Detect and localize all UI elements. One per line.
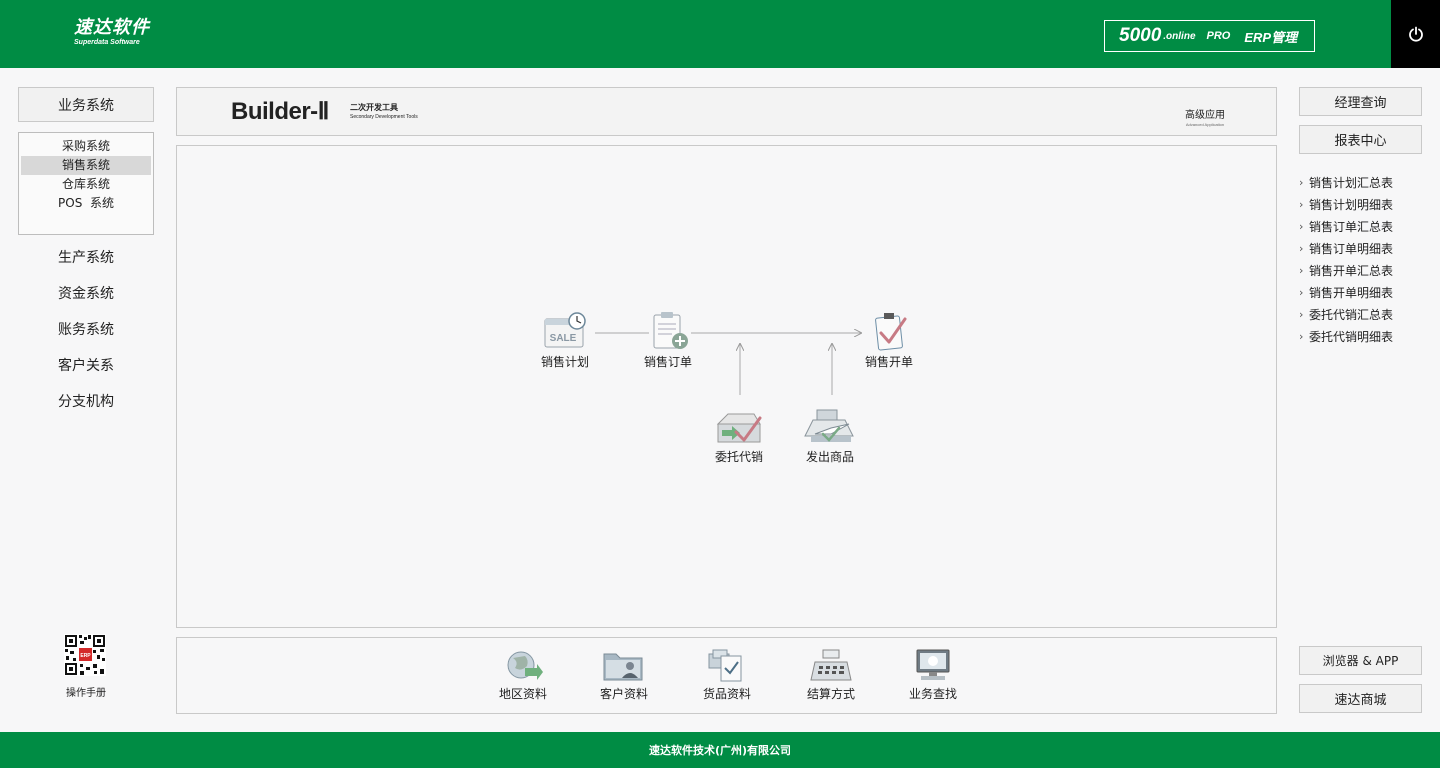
- flow-connectors: [595, 146, 1276, 395]
- chevron-right-icon: ›: [1299, 308, 1304, 321]
- logo-sub-text: Superdata Software: [74, 39, 140, 46]
- subsystem-item-sales[interactable]: 销售系统: [21, 156, 151, 175]
- builder-title: Builder-Ⅱ: [231, 98, 329, 125]
- tool-business-search[interactable]: 业务查找: [893, 648, 973, 702]
- builder-banner: Builder-Ⅱ 二次开发工具 Secondary Development T…: [176, 87, 1277, 136]
- report-item[interactable]: › 委托代销明细表: [1299, 326, 1429, 348]
- builder-subtitle-cn: 二次开发工具: [350, 103, 398, 112]
- sale-calendar-icon: SALE: [544, 312, 586, 348]
- report-item[interactable]: › 销售计划明细表: [1299, 194, 1429, 216]
- subsystem-item-purchase[interactable]: 采购系统: [21, 137, 151, 156]
- footer-company: 速达软件技术(广州)有限公司: [0, 732, 1440, 768]
- sales-invoice-label: 销售开单: [864, 355, 913, 369]
- cash-register-icon: [810, 649, 852, 681]
- logo-main-text: 速达软件: [74, 17, 150, 38]
- sidebar-item-accounting[interactable]: 账务系统: [18, 319, 154, 339]
- advanced-application-link[interactable]: 高级应用 Advanced Application: [1185, 110, 1225, 128]
- report-item[interactable]: › 销售订单明细表: [1299, 238, 1429, 260]
- qr-code-icon[interactable]: ERP: [64, 634, 106, 676]
- shipping-icon: [804, 409, 854, 442]
- subsystem-item-warehouse[interactable]: 仓库系统: [21, 175, 151, 194]
- advanced-application-cn: 高级应用: [1185, 110, 1225, 121]
- advanced-application-en: Advanced Application: [1185, 122, 1225, 127]
- chevron-right-icon: ›: [1299, 264, 1304, 277]
- customer-folder-icon: [603, 653, 643, 681]
- power-button[interactable]: [1391, 0, 1440, 68]
- chevron-right-icon: ›: [1299, 198, 1304, 211]
- manual-label[interactable]: 操作手册: [46, 684, 126, 699]
- builder-subtitle-en: Secondary Development Tools: [350, 114, 418, 120]
- builder-subtitle: 二次开发工具 Secondary Development Tools: [350, 103, 418, 121]
- business-system-button[interactable]: 业务系统: [18, 87, 154, 122]
- tool-customer-data[interactable]: 客户资料: [584, 648, 664, 702]
- svg-text:ERP: ERP: [80, 653, 91, 659]
- order-clipboard-icon: [653, 312, 688, 349]
- report-item[interactable]: › 销售开单汇总表: [1299, 260, 1429, 282]
- product-badge: 5000 .online PRO ERP管理: [1104, 20, 1315, 52]
- consignment-label: 委托代销: [714, 450, 763, 464]
- monitor-icon: [916, 649, 950, 680]
- report-center-button[interactable]: 报表中心: [1299, 125, 1422, 154]
- product-pro: PRO: [1206, 30, 1231, 42]
- svg-text:SALE: SALE: [550, 333, 577, 344]
- chevron-right-icon: ›: [1299, 176, 1304, 189]
- flow-node-sales-order[interactable]: 销售订单: [628, 311, 708, 370]
- sales-order-label: 销售订单: [643, 355, 692, 369]
- sidebar-item-branches[interactable]: 分支机构: [18, 391, 154, 411]
- ship-goods-label: 发出商品: [805, 450, 854, 464]
- sidebar-item-production[interactable]: 生产系统: [18, 247, 154, 267]
- globe-icon: [507, 651, 543, 680]
- chevron-right-icon: ›: [1299, 286, 1304, 299]
- brand-logo: 速达软件 Superdata Software: [74, 18, 150, 47]
- consignment-icon: [716, 413, 762, 443]
- subsystem-item-pos[interactable]: POS 系统: [21, 194, 151, 213]
- tool-region-data[interactable]: 地区资料: [483, 648, 563, 702]
- power-icon: [1408, 26, 1423, 42]
- subsystem-list: 采购系统 销售系统 仓库系统 POS 系统: [18, 132, 154, 235]
- sales-plan-label: 销售计划: [540, 355, 589, 369]
- chevron-right-icon: ›: [1299, 220, 1304, 233]
- browser-app-button[interactable]: 浏览器 & APP: [1299, 646, 1422, 675]
- goods-data-label: 货品资料: [702, 687, 751, 701]
- chevron-right-icon: ›: [1299, 330, 1304, 343]
- report-item[interactable]: › 销售开单明细表: [1299, 282, 1429, 304]
- sidebar-item-funds[interactable]: 资金系统: [18, 283, 154, 303]
- settlement-method-label: 结算方式: [806, 687, 855, 701]
- invoice-check-icon: [875, 313, 907, 351]
- base-data-toolbar: 地区资料 客户资料 货品资料 结算方式 业务查找: [176, 637, 1277, 714]
- chevron-right-icon: ›: [1299, 242, 1304, 255]
- report-item[interactable]: › 销售订单汇总表: [1299, 216, 1429, 238]
- product-erp: ERP管理: [1244, 29, 1298, 45]
- app-header: 速达软件 Superdata Software 5000 .online PRO…: [0, 0, 1440, 68]
- report-list: › 销售计划汇总表 › 销售计划明细表 › 销售订单汇总表 › 销售订单明细表 › 销售开…: [1299, 172, 1429, 348]
- region-data-label: 地区资料: [498, 687, 547, 701]
- product-online: .online: [1163, 30, 1196, 42]
- flow-node-sales-plan[interactable]: SALE 销售计划: [525, 311, 605, 370]
- tool-goods-data[interactable]: 货品资料: [687, 648, 767, 702]
- report-item[interactable]: › 销售计划汇总表: [1299, 172, 1429, 194]
- sidebar-item-crm[interactable]: 客户关系: [18, 355, 154, 375]
- business-search-label: 业务查找: [908, 687, 957, 701]
- sales-flow-panel: SALE 销售计划 销售订单 销售开单 委托代销 发出商品: [176, 145, 1277, 628]
- manager-query-button[interactable]: 经理查询: [1299, 87, 1422, 116]
- goods-checklist-icon: [708, 649, 742, 682]
- store-button[interactable]: 速达商城: [1299, 684, 1422, 713]
- product-number: 5000: [1119, 25, 1162, 46]
- tool-settlement-method[interactable]: 结算方式: [791, 648, 871, 702]
- flow-node-consignment[interactable]: 委托代销: [699, 408, 779, 465]
- flow-node-ship-goods[interactable]: 发出商品: [790, 408, 870, 465]
- customer-data-label: 客户资料: [599, 687, 648, 701]
- flow-node-sales-invoice[interactable]: 销售开单: [849, 311, 929, 370]
- report-item[interactable]: › 委托代销汇总表: [1299, 304, 1429, 326]
